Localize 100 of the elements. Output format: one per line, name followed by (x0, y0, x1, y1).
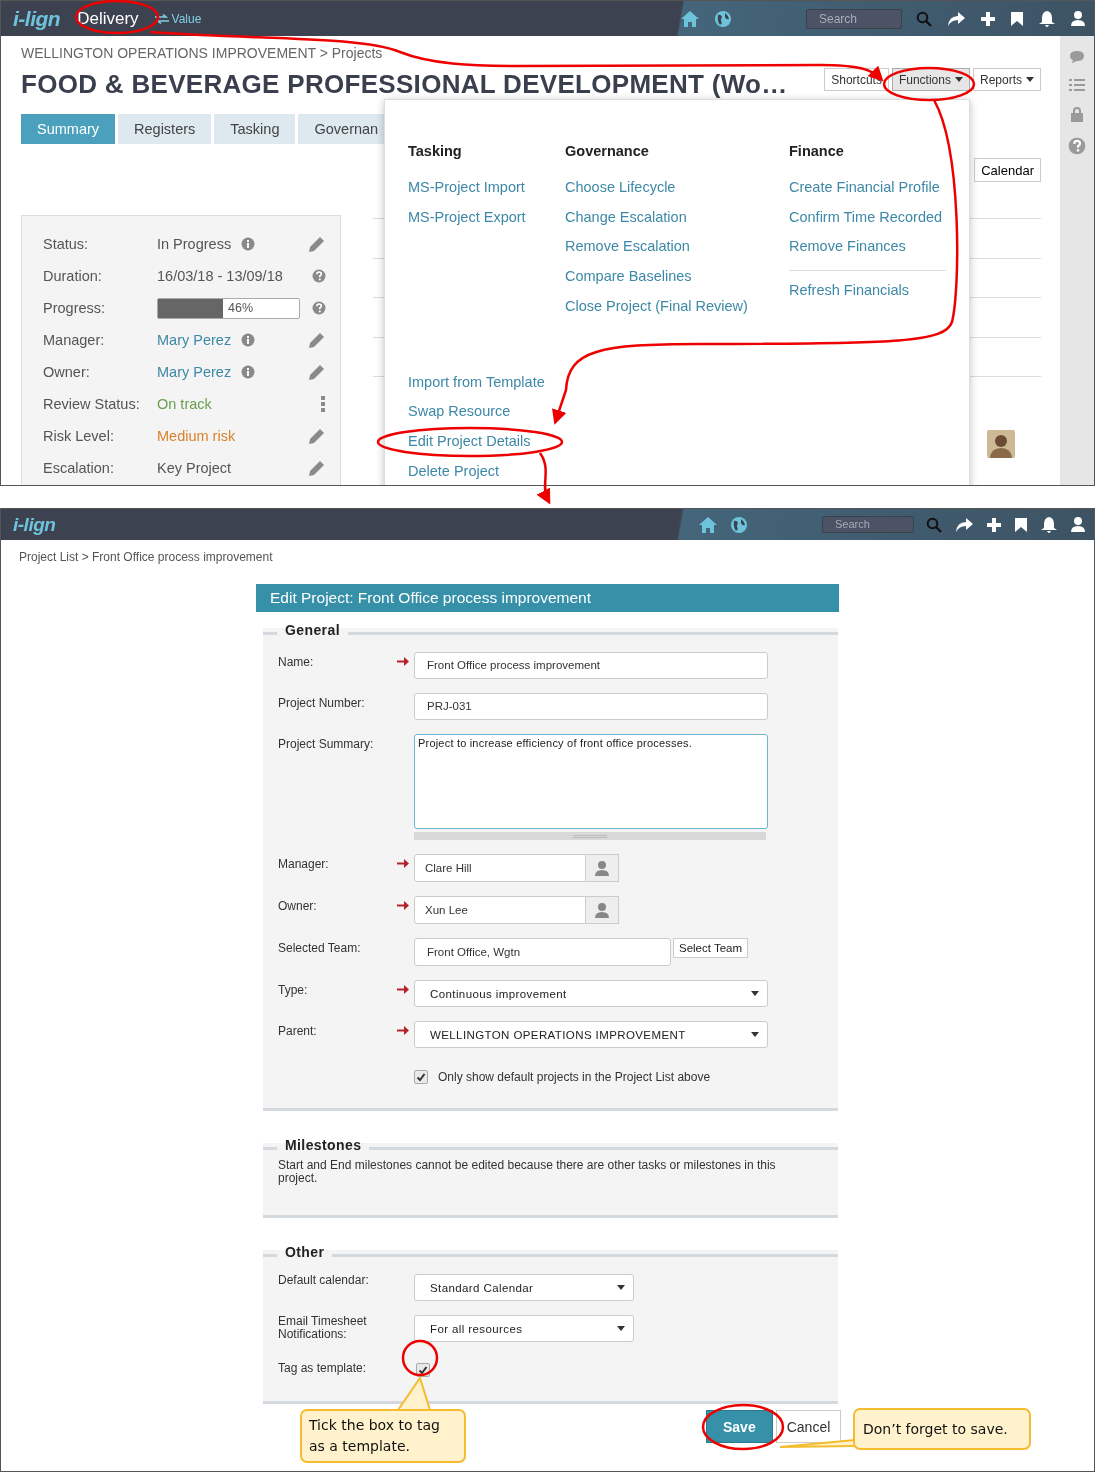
text-field[interactable]: PRJ-031 (414, 693, 768, 720)
dropdown-arrow-icon (751, 990, 759, 997)
menu-item[interactable]: Remove Finances (789, 232, 959, 263)
save-button[interactable]: Save (706, 1410, 773, 1443)
field-label: Progress: (43, 300, 107, 316)
search-icon (916, 10, 932, 27)
menu-item[interactable]: Refresh Financials (789, 276, 959, 306)
field-label: Escalation: (43, 460, 115, 476)
more-icon (320, 395, 326, 413)
form-title: Edit Project: Front Office process improvement (256, 584, 839, 612)
field-label: Project Summary: (278, 736, 375, 751)
logo[interactable]: i-lign (13, 513, 56, 536)
field-value: 16/03/18 - 13/09/18 (157, 268, 283, 284)
menu-item[interactable]: Compare Baselines (565, 262, 789, 292)
globe-icon (730, 515, 748, 534)
status-value: On track (157, 396, 212, 412)
progress-value: 46% (228, 301, 254, 315)
menu-item[interactable]: Import from Template (408, 367, 545, 398)
tab[interactable]: Registers (118, 114, 212, 144)
person-icon (594, 901, 610, 919)
field-label: Status: (43, 236, 90, 252)
comment-icon (1069, 50, 1085, 64)
dropdown[interactable]: Standard Calendar (414, 1274, 634, 1301)
field-value: In Progress (157, 236, 232, 252)
menu-heading: Tasking (408, 143, 463, 161)
menu-item[interactable]: Delete Project (408, 456, 500, 485)
checkbox-label: Only show default projects in the Project List above (438, 1070, 711, 1084)
bell-icon (1040, 515, 1058, 534)
menu-item[interactable]: Remove Escalation (565, 232, 789, 263)
home-icon (698, 515, 718, 534)
page-title: FOOD & BEVERAGE PROFESSIONAL DEVELOPMENT (Wo… (21, 69, 788, 100)
pencil-icon (308, 235, 326, 253)
breadcrumb[interactable]: WELLINGTON OPERATIONS IMPROVEMENT > Projects (21, 45, 1041, 61)
team-field[interactable]: Front Office, Wgtn (414, 938, 671, 966)
menu-heading: Governance (565, 143, 650, 161)
dropdown[interactable]: WELLINGTON OPERATIONS IMPROVEMENT (414, 1021, 768, 1048)
menu-item[interactable]: MS-Project Import (408, 173, 565, 203)
required-arrow-icon (397, 656, 409, 667)
cancel-button[interactable]: Cancel (775, 1410, 842, 1443)
section-heading: Milestones (285, 1137, 362, 1153)
text-field[interactable]: Front Office process improvement (414, 652, 768, 679)
required-arrow-icon (397, 1025, 409, 1036)
menu-item[interactable]: Edit Project Details (408, 426, 531, 457)
person-link[interactable]: Mary Perez (157, 332, 232, 348)
field-label: Owner: (278, 898, 318, 913)
menu-item[interactable]: MS-Project Export (408, 202, 565, 233)
share-icon (954, 516, 974, 533)
person-icon (594, 859, 610, 877)
dropdown-arrow-icon (617, 1325, 625, 1332)
calendar-button[interactable]: Calendar (974, 158, 1041, 182)
search-icon (926, 516, 942, 533)
search-field[interactable]: Search (822, 516, 914, 533)
required-arrow-icon (397, 858, 409, 869)
field-label: Manager: (43, 332, 106, 348)
person-picker-button[interactable] (586, 896, 619, 924)
field-label: Risk Level: (43, 428, 115, 444)
select-team-button[interactable]: Select Team (673, 938, 749, 958)
switch-link[interactable]: Value (154, 11, 202, 26)
person-field[interactable]: Xun Lee (414, 896, 586, 924)
resize-handle[interactable] (414, 832, 766, 840)
help-icon (312, 269, 326, 283)
info-icon (241, 365, 256, 379)
status-value: Medium risk (157, 428, 236, 444)
menu-item[interactable]: Swap Resource (408, 397, 511, 427)
pencil-icon (308, 427, 326, 445)
help-icon (312, 301, 326, 315)
field-label: Default calendar: (278, 1274, 370, 1287)
menu-item[interactable]: Confirm Time Recorded (789, 202, 959, 233)
dropdown-button[interactable]: Reports (972, 68, 1041, 91)
section-heading: General (285, 622, 340, 638)
menu-item[interactable]: Create Financial Profile (789, 173, 959, 203)
menu-item[interactable]: Choose Lifecycle (565, 173, 789, 203)
plus-icon (980, 10, 996, 27)
pencil-icon (308, 363, 326, 381)
field-label: Tag as template: (278, 1362, 368, 1375)
field-label: Type: (278, 982, 309, 997)
person-picker-button[interactable] (586, 854, 619, 882)
help-icon (1068, 137, 1086, 155)
swap-icon (154, 13, 169, 24)
person-field[interactable]: Clare Hill (414, 854, 586, 882)
text-area[interactable]: Project to increase efficiency of front office processes. (414, 734, 768, 829)
bell-icon (1038, 9, 1056, 28)
tab[interactable]: Tasking (214, 114, 296, 144)
module-title[interactable]: Delivery (77, 8, 139, 29)
field-label: Email Timesheet Notifications: (278, 1315, 368, 1341)
dropdown[interactable]: For all resources (414, 1315, 634, 1342)
dropdown[interactable]: Continuous improvement (414, 980, 768, 1007)
menu-item[interactable]: Change Escalation (565, 202, 789, 233)
lock-icon (1070, 106, 1084, 123)
checkbox[interactable] (414, 1070, 428, 1084)
avatar-icon (987, 429, 1015, 458)
menu-item[interactable]: Close Project (Final Review) (565, 291, 789, 322)
breadcrumb[interactable]: Project List > Front Office process improvement (19, 550, 1094, 564)
bookmark-icon (1010, 10, 1024, 27)
callout-pointer (396, 1375, 432, 1411)
field-value: Key Project (157, 460, 232, 476)
logo[interactable]: i-lign (13, 6, 61, 31)
dropdown-button[interactable]: Functions (891, 68, 970, 91)
search-field[interactable]: Search (806, 8, 902, 29)
person-link[interactable]: Mary Perez (157, 364, 232, 380)
